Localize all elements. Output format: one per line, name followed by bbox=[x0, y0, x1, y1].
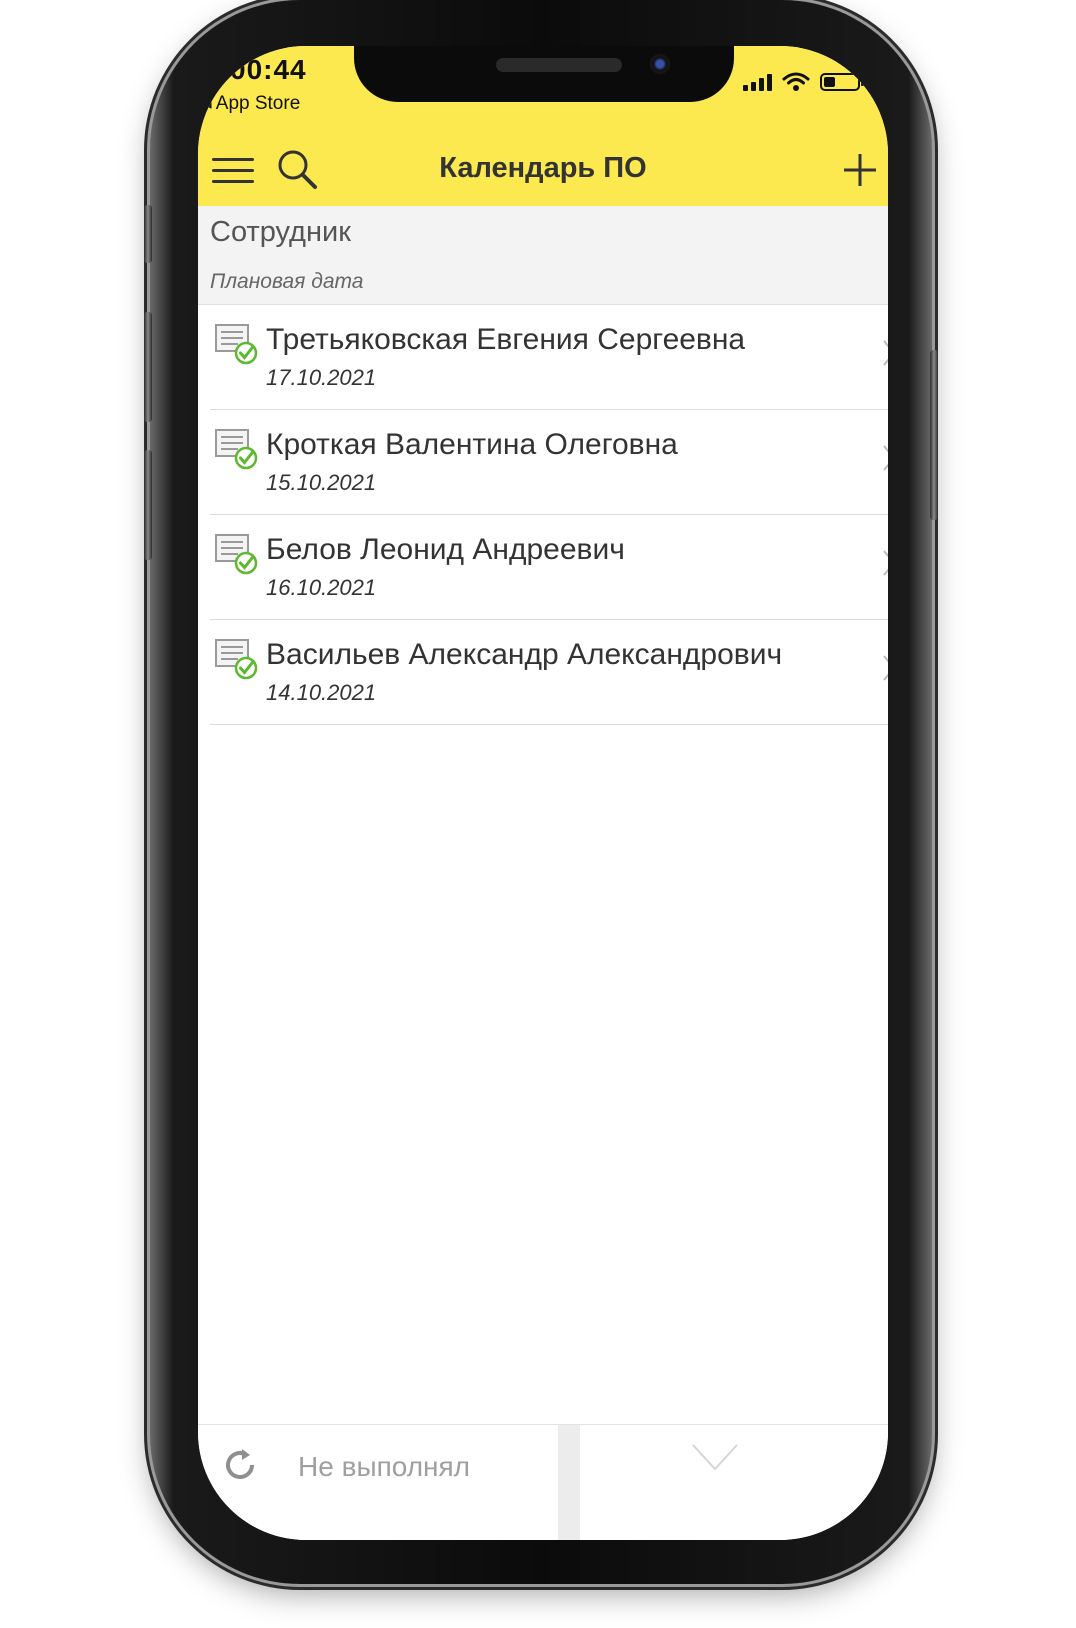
battery-icon bbox=[820, 73, 864, 91]
column-planned-date[interactable]: Плановая дата bbox=[210, 270, 363, 294]
planned-date: 16.10.2021 bbox=[266, 575, 377, 600]
document-checked-icon bbox=[215, 534, 258, 575]
power-button bbox=[930, 350, 938, 520]
list-item[interactable]: Васильев Александр Александрович 14.10.2… bbox=[210, 620, 888, 725]
status-filter-label[interactable]: Не выполнял bbox=[298, 1451, 470, 1483]
list-item[interactable]: Третьяковская Евгения Сергеевна 17.10.20… bbox=[210, 305, 888, 410]
list-item[interactable]: Кроткая Валентина Олеговна 15.10.2021 bbox=[210, 410, 888, 515]
app-header: Календарь ПО bbox=[198, 142, 888, 204]
document-checked-icon bbox=[215, 429, 258, 470]
employee-name: Васильев Александр Александрович bbox=[266, 638, 783, 671]
speaker bbox=[496, 58, 622, 72]
chevron-right-icon bbox=[883, 550, 888, 576]
back-to-app-store[interactable]: ◂ App Store bbox=[202, 92, 300, 115]
volume-down-button bbox=[144, 450, 152, 560]
document-checked-icon bbox=[215, 324, 258, 365]
phone-screen: 00:44 ◂ App Store Календарь ПО Сотрудник… bbox=[198, 46, 888, 1540]
check-icon[interactable] bbox=[690, 1439, 740, 1475]
employee-list: Третьяковская Евгения Сергеевна 17.10.20… bbox=[198, 305, 888, 725]
chevron-right-icon bbox=[883, 655, 888, 681]
document-checked-icon bbox=[215, 639, 258, 680]
employee-name: Белов Леонид Андреевич bbox=[266, 533, 625, 566]
mute-switch bbox=[144, 205, 152, 263]
planned-date: 14.10.2021 bbox=[266, 680, 377, 705]
employee-name: Кроткая Валентина Олеговна bbox=[266, 428, 678, 461]
plus-icon[interactable] bbox=[842, 152, 878, 188]
employee-name: Третьяковская Евгения Сергеевна bbox=[266, 323, 746, 356]
battery-level bbox=[824, 77, 835, 87]
bottom-action-bar: Не выполнял bbox=[198, 1424, 888, 1540]
menu-icon[interactable] bbox=[212, 154, 254, 186]
list-column-header: Сотрудник Плановая дата bbox=[198, 206, 888, 305]
status-time: 00:44 bbox=[230, 54, 307, 85]
list-item[interactable]: Белов Леонид Андреевич 16.10.2021 bbox=[210, 515, 888, 620]
status-icons bbox=[743, 72, 864, 92]
search-icon[interactable] bbox=[276, 148, 318, 190]
volume-up-button bbox=[144, 312, 152, 422]
signal-icon bbox=[743, 73, 772, 91]
wifi-icon bbox=[782, 72, 810, 91]
notch bbox=[354, 46, 734, 102]
refresh-icon[interactable] bbox=[222, 1447, 258, 1483]
bottom-divider bbox=[558, 1425, 580, 1540]
column-employee[interactable]: Сотрудник bbox=[210, 216, 351, 249]
front-camera bbox=[650, 54, 670, 74]
planned-date: 17.10.2021 bbox=[266, 365, 377, 390]
chevron-right-icon bbox=[883, 340, 888, 366]
planned-date: 15.10.2021 bbox=[266, 470, 377, 495]
chevron-right-icon bbox=[883, 445, 888, 471]
